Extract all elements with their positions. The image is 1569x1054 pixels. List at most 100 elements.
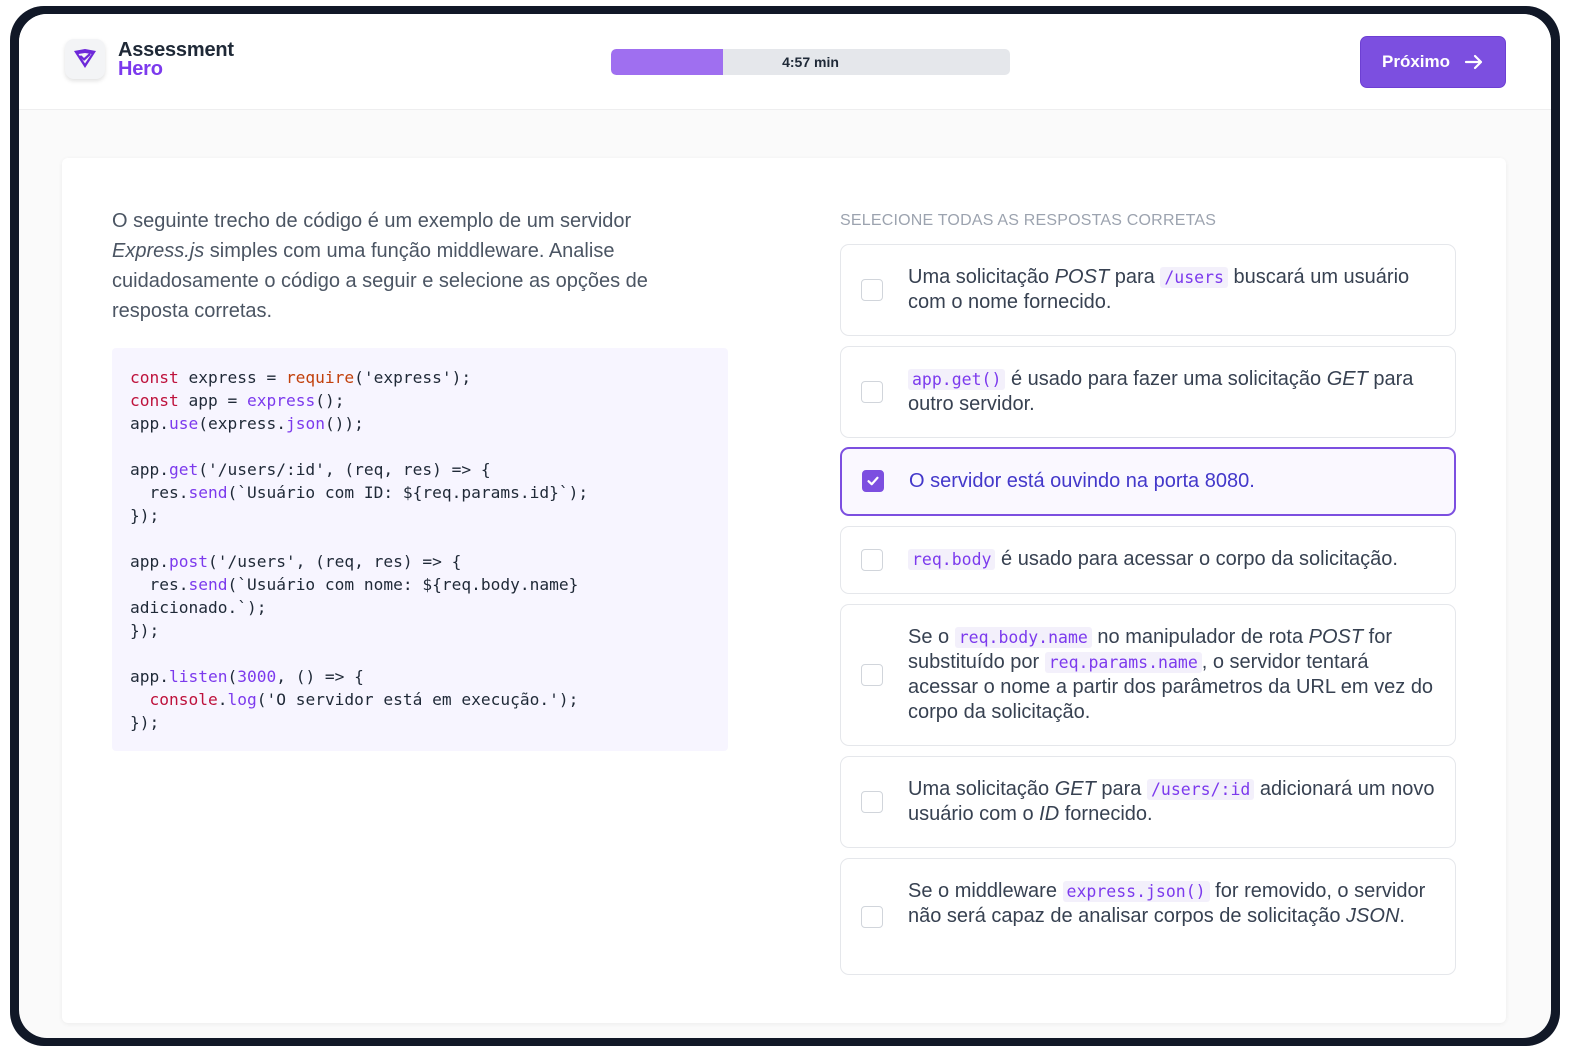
question-text: O seguinte trecho de código é um exemplo… xyxy=(112,206,712,326)
answer-text-part: é usado para acessar o corpo da solicita… xyxy=(995,548,1398,570)
code-token: send xyxy=(188,575,228,594)
code-token: json xyxy=(285,414,325,433)
code-token: console xyxy=(130,690,218,709)
inline-code: /users/:id xyxy=(1147,779,1255,800)
code-token: res. xyxy=(130,575,189,594)
answer-checkbox-1[interactable] xyxy=(861,279,883,301)
answer-checkbox-7[interactable] xyxy=(861,906,883,928)
answer-text-italic: POST xyxy=(1308,626,1364,648)
answer-checkbox-6[interactable] xyxy=(861,791,883,813)
code-token: const xyxy=(130,391,179,410)
inline-code: express.json() xyxy=(1062,881,1210,902)
answer-text-part: Uma solicitação xyxy=(908,778,1055,800)
brand-name: Assessment Hero xyxy=(118,40,234,80)
code-token: adicionado.`); xyxy=(130,598,267,617)
question-card: O seguinte trecho de código é um exemplo… xyxy=(62,158,1506,1023)
next-button[interactable]: Próximo xyxy=(1360,36,1506,88)
answer-text-part: no manipulador de rota xyxy=(1091,626,1309,648)
code-token: res. xyxy=(130,483,189,502)
code-token: log xyxy=(227,690,257,709)
code-token: express = xyxy=(178,368,286,387)
answer-text-italic: GET xyxy=(1326,368,1368,390)
inline-code: req.params.name xyxy=(1044,652,1202,673)
answer-checkbox-3[interactable] xyxy=(862,470,884,492)
code-token: require xyxy=(285,368,355,387)
answer-text-part: . xyxy=(1399,905,1405,927)
code-token: app. xyxy=(130,414,169,433)
code-block: const express = require('express'); cons… xyxy=(112,348,728,751)
code-token: app = xyxy=(178,391,247,410)
answer-text-part: é usado para fazer uma solicitação xyxy=(1005,368,1327,390)
answer-text-italic: JSON xyxy=(1346,905,1400,927)
timer-label: 4:57 min xyxy=(782,54,839,70)
answer-text-italic: GET xyxy=(1054,778,1096,800)
code-token: app. xyxy=(130,552,169,571)
answer-text-part: para xyxy=(1095,778,1147,800)
code-token: . xyxy=(217,690,228,709)
code-token: (`Usuário com ID: ${req.params.id}`); xyxy=(227,483,589,502)
inline-code: app.get() xyxy=(908,369,1006,390)
next-button-label: Próximo xyxy=(1381,52,1451,71)
check-icon xyxy=(867,476,879,486)
answer-text-part: Uma solicitação xyxy=(908,266,1055,288)
shield-check-icon xyxy=(74,49,96,68)
answer-text-part: Se o xyxy=(908,626,955,648)
code-token: app. xyxy=(130,667,169,686)
arrow-right-icon xyxy=(1464,54,1483,70)
answer-text-italic: ID xyxy=(1039,803,1060,825)
timer-progress-bar: 4:57 min xyxy=(611,49,1010,75)
answer-text-5: Se o req.body.name no manipulador de rot… xyxy=(908,625,1443,725)
brand-name-line2: Hero xyxy=(118,58,163,80)
answer-text-1: Uma solicitação POST para /users buscará… xyxy=(908,265,1443,315)
code-token: ('O servidor está em execução.'); xyxy=(256,690,579,709)
question-part-italic: Express.js xyxy=(112,240,205,262)
code-token: app. xyxy=(130,460,169,479)
code-token: express xyxy=(246,391,316,410)
code-listing: const express = require('express'); cons… xyxy=(130,366,588,734)
inline-code: req.body.name xyxy=(954,627,1092,648)
answer-text-part: para xyxy=(1109,266,1161,288)
answer-checkbox-5[interactable] xyxy=(861,664,883,686)
code-token: ('/users', (req, res) => { xyxy=(207,552,462,571)
code-token: get xyxy=(168,460,199,479)
answer-option-6[interactable]: Uma solicitação GET para /users/:id adic… xyxy=(840,756,1456,848)
inline-code: req.body xyxy=(908,549,996,570)
code-token: }); xyxy=(130,621,160,640)
answer-option-3[interactable]: O servidor está ouvindo na porta 8080. xyxy=(840,447,1456,516)
answer-option-2[interactable]: app.get() é usado para fazer uma solicit… xyxy=(840,346,1456,438)
answer-text-7: Se o middleware express.json() for remov… xyxy=(908,879,1443,929)
top-header: Assessment Hero 4:57 min Próximo xyxy=(19,14,1551,110)
code-token: 3000 xyxy=(237,667,277,686)
code-token: post xyxy=(168,552,208,571)
code-token: , () => { xyxy=(276,667,364,686)
code-token: (`Usuário com nome: ${req.body.name} xyxy=(227,575,579,594)
answer-option-5[interactable]: Se o req.body.name no manipulador de rot… xyxy=(840,604,1456,746)
inline-code: /users xyxy=(1160,267,1228,288)
answer-option-7[interactable]: Se o middleware express.json() for remov… xyxy=(840,858,1456,975)
code-token: ( xyxy=(227,667,238,686)
code-token: ('/users/:id', (req, res) => { xyxy=(198,460,491,479)
answers-heading: SELECIONE TODAS AS RESPOSTAS CORRETAS xyxy=(840,212,1217,229)
answer-checkbox-4[interactable] xyxy=(861,549,883,571)
answer-text-6: Uma solicitação GET para /users/:id adic… xyxy=(908,777,1443,827)
answer-text-part: Se o middleware xyxy=(908,880,1063,902)
code-token: use xyxy=(168,414,199,433)
answer-text-4: req.body é usado para acessar o corpo da… xyxy=(908,547,1443,572)
answer-text-2: app.get() é usado para fazer uma solicit… xyxy=(908,367,1443,417)
code-token: send xyxy=(188,483,228,502)
code-token: listen xyxy=(168,667,228,686)
answer-text-3: O servidor está ouvindo na porta 8080. xyxy=(909,470,1255,492)
question-part: O seguinte trecho de código é um exemplo… xyxy=(112,210,632,232)
logo xyxy=(65,39,105,79)
code-token: }); xyxy=(130,713,160,732)
app-screen: Assessment Hero 4:57 min Próximo O segui… xyxy=(19,14,1551,1038)
code-token: ('express'); xyxy=(354,368,472,387)
code-token: (express. xyxy=(198,414,286,433)
code-token: }); xyxy=(130,506,160,525)
answer-text-part: fornecido. xyxy=(1059,803,1153,825)
answer-option-1[interactable]: Uma solicitação POST para /users buscará… xyxy=(840,244,1456,336)
code-token: ()); xyxy=(324,414,364,433)
answer-checkbox-2[interactable] xyxy=(861,381,883,403)
answer-text-italic: POST xyxy=(1054,266,1110,288)
answer-option-4[interactable]: req.body é usado para acessar o corpo da… xyxy=(840,526,1456,594)
